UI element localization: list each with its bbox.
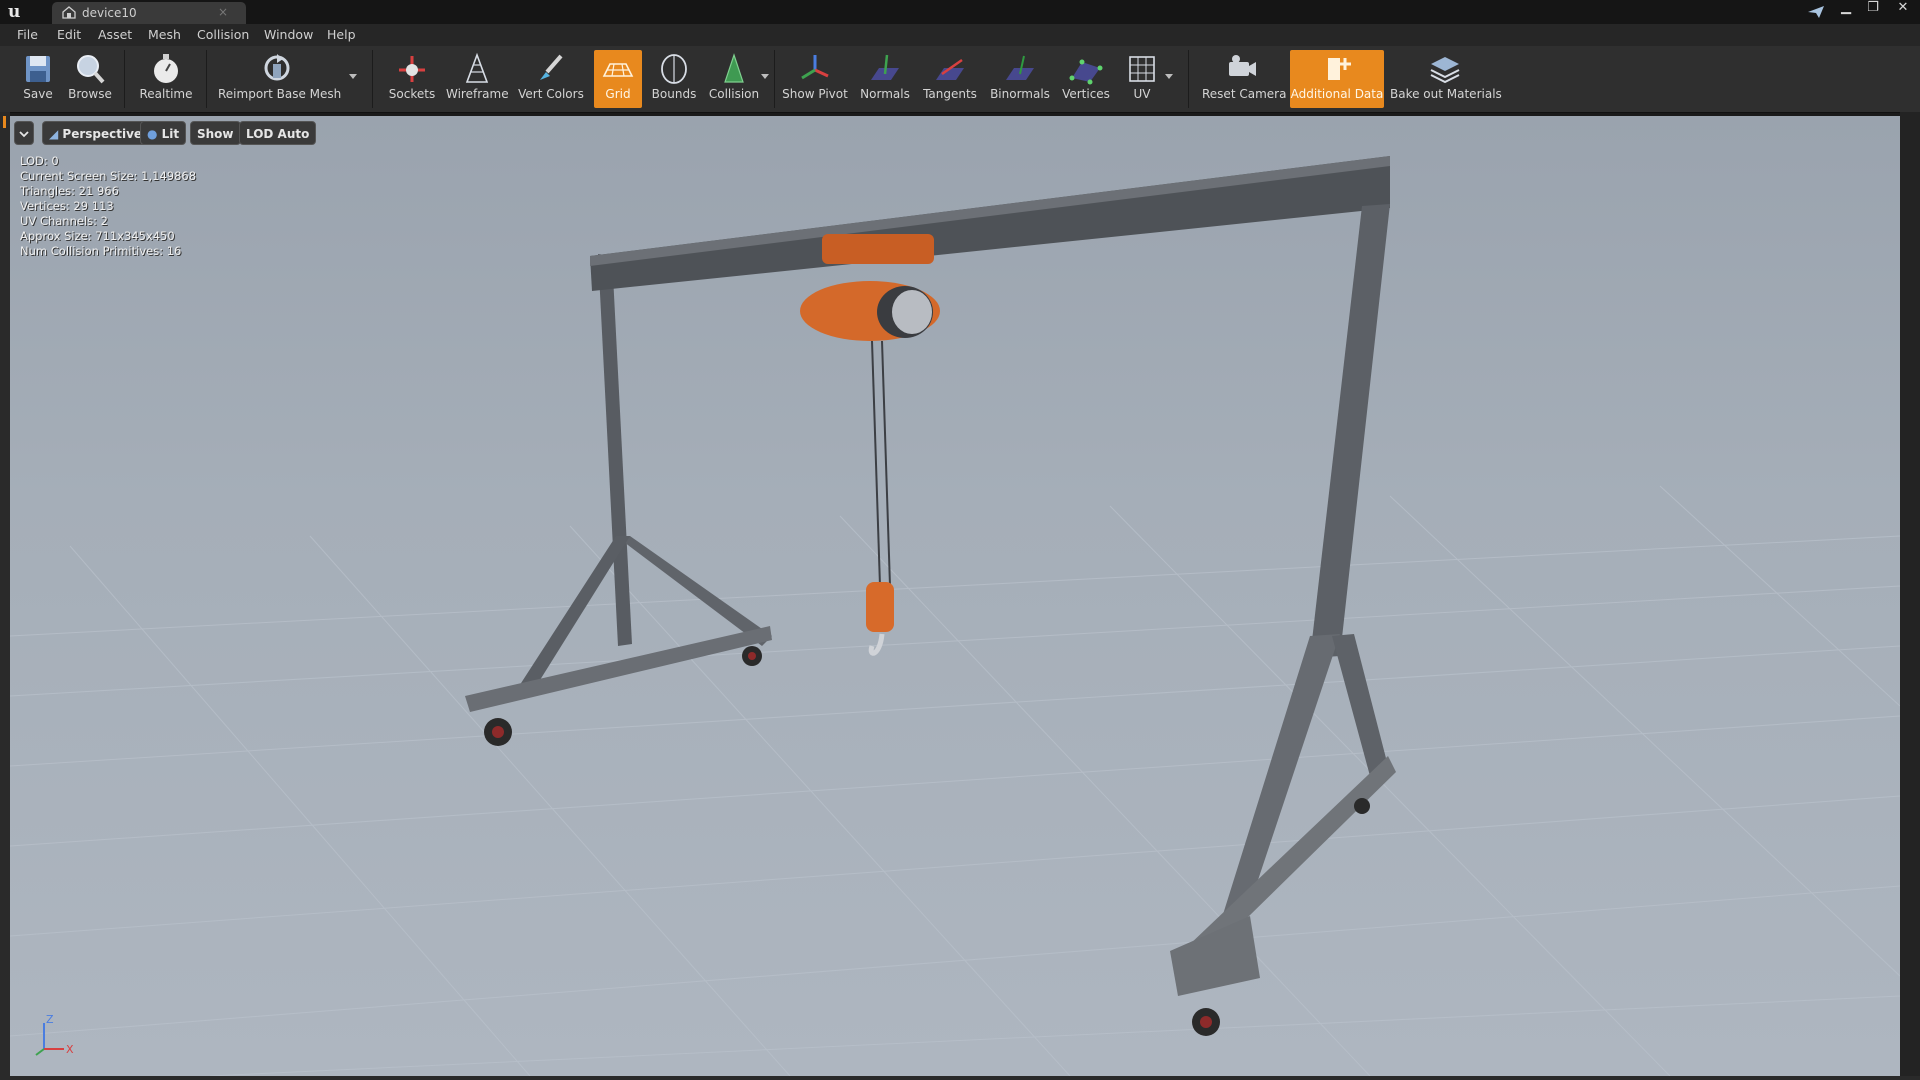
uv-dropdown-arrow[interactable] bbox=[1165, 74, 1173, 79]
mesh-viewport[interactable]: ◢ Perspective ● Lit Show LOD Auto LOD: 0… bbox=[10, 116, 1900, 1076]
toolbar-separator bbox=[774, 50, 775, 108]
toolbar-separator bbox=[372, 50, 373, 108]
camera-icon bbox=[1229, 55, 1256, 76]
vert-colors-button[interactable]: Vert Colors bbox=[514, 50, 588, 108]
save-icon bbox=[26, 56, 50, 82]
uv-button[interactable]: UV bbox=[1120, 50, 1164, 108]
menu-mesh[interactable]: Mesh bbox=[148, 27, 181, 42]
minimize-button[interactable]: ▁ bbox=[1835, 0, 1857, 20]
lod-button[interactable]: LOD Auto bbox=[239, 121, 317, 145]
perspective-button[interactable]: ◢ Perspective bbox=[42, 121, 150, 145]
sockets-icon bbox=[399, 56, 425, 82]
menu-bar: File Edit Asset Mesh Collision Window He… bbox=[0, 24, 1920, 46]
wireframe-icon bbox=[465, 52, 489, 83]
magnifier-icon bbox=[77, 55, 105, 84]
additional-data-button[interactable]: Additional Data bbox=[1290, 50, 1384, 108]
wireframe-button[interactable]: Wireframe bbox=[446, 50, 509, 108]
show-pivot-button[interactable]: Show Pivot bbox=[782, 50, 848, 108]
viewport-options-button[interactable] bbox=[14, 121, 34, 145]
menu-help[interactable]: Help bbox=[327, 27, 356, 42]
grid-button[interactable]: Grid bbox=[594, 50, 642, 108]
menu-file[interactable]: File bbox=[17, 27, 38, 42]
gantry-crane-model bbox=[465, 156, 1396, 1036]
stat-uv-channels: UV Channels: 2 bbox=[20, 214, 108, 228]
viewport-scene bbox=[10, 156, 1900, 1076]
stat-approx-size: Approx Size: 711x345x450 bbox=[20, 229, 175, 243]
vertices-icon bbox=[1069, 59, 1103, 85]
additional-data-icon bbox=[1328, 58, 1351, 80]
normals-button[interactable]: Normals bbox=[856, 50, 914, 108]
tab-title: device10 bbox=[82, 6, 137, 20]
perspective-icon: ◢ bbox=[49, 127, 63, 141]
bake-out-materials-button[interactable]: Bake out Materials bbox=[1390, 50, 1502, 108]
grid-icon bbox=[602, 63, 634, 77]
realtime-button[interactable]: Realtime bbox=[136, 50, 196, 108]
panel-accent bbox=[3, 116, 6, 128]
collision-icon bbox=[724, 53, 744, 83]
sockets-button[interactable]: Sockets bbox=[384, 50, 440, 108]
menu-edit[interactable]: Edit bbox=[57, 27, 81, 42]
toolbar-separator bbox=[1188, 50, 1189, 108]
stat-collision-primitives: Num Collision Primitives: 16 bbox=[20, 244, 182, 258]
stat-screen-size: Current Screen Size: 1,149868 bbox=[20, 169, 197, 183]
bounds-icon bbox=[661, 54, 687, 84]
bounds-button[interactable]: Bounds bbox=[648, 50, 700, 108]
lit-button[interactable]: ● Lit bbox=[140, 121, 187, 145]
stat-triangles: Triangles: 21 966 bbox=[20, 184, 119, 198]
normals-icon bbox=[871, 54, 899, 80]
chevron-down-icon bbox=[19, 131, 29, 138]
menu-asset[interactable]: Asset bbox=[98, 27, 132, 42]
toolbar-separator bbox=[206, 50, 207, 108]
vertices-button[interactable]: Vertices bbox=[1058, 50, 1114, 108]
right-panel-edge bbox=[1900, 112, 1920, 1080]
show-button[interactable]: Show bbox=[190, 121, 241, 145]
reset-camera-button[interactable]: Reset Camera bbox=[1202, 50, 1286, 108]
menu-window[interactable]: Window bbox=[264, 27, 313, 42]
binormals-button[interactable]: Binormals bbox=[988, 50, 1052, 108]
title-bar: u device10 × ▁ ❐ ✕ bbox=[0, 0, 1920, 24]
reimport-icon bbox=[264, 54, 290, 81]
axis-z-label: Z bbox=[46, 1013, 54, 1026]
layers-icon bbox=[1430, 57, 1460, 84]
bottom-edge bbox=[0, 1076, 1920, 1080]
reimport-base-mesh-button[interactable]: Reimport Base Mesh bbox=[218, 50, 341, 108]
floor-grid bbox=[10, 485, 1900, 1076]
axis-gizmo: Z X bbox=[35, 1013, 74, 1056]
mesh-stats-overlay: LOD: 0 Current Screen Size: 1,149868 Tri… bbox=[20, 154, 196, 259]
document-tab[interactable]: device10 × bbox=[52, 2, 246, 24]
toolbar-separator bbox=[124, 50, 125, 108]
tab-close-button[interactable]: × bbox=[218, 5, 228, 19]
binormals-icon bbox=[1006, 55, 1034, 80]
restore-button[interactable]: ❐ bbox=[1862, 0, 1884, 20]
close-window-button[interactable]: ✕ bbox=[1892, 0, 1914, 20]
static-mesh-icon bbox=[62, 6, 76, 19]
save-button[interactable]: Save bbox=[14, 50, 62, 108]
collision-button[interactable]: Collision bbox=[706, 50, 762, 108]
source-control-icon[interactable] bbox=[1806, 3, 1826, 21]
pivot-icon bbox=[801, 55, 829, 80]
axis-x-label: X bbox=[66, 1043, 74, 1056]
tangents-button[interactable]: Tangents bbox=[920, 50, 980, 108]
stat-vertices: Vertices: 29 113 bbox=[20, 199, 114, 213]
unreal-logo-icon: u bbox=[8, 2, 21, 22]
tangents-icon bbox=[936, 58, 964, 80]
browse-button[interactable]: Browse bbox=[64, 50, 116, 108]
toolbar: Save Browse Realtime Reimport Base Mesh … bbox=[0, 46, 1920, 113]
stopwatch-icon bbox=[154, 54, 178, 83]
stat-lod: LOD: 0 bbox=[20, 154, 59, 168]
collision-dropdown-arrow[interactable] bbox=[761, 74, 769, 79]
uv-grid-icon bbox=[1129, 56, 1155, 82]
menu-collision[interactable]: Collision bbox=[197, 27, 249, 42]
reimport-dropdown-arrow[interactable] bbox=[349, 74, 357, 79]
lit-sphere-icon: ● bbox=[147, 127, 162, 141]
left-panel-edge bbox=[0, 112, 10, 1080]
paint-brush-icon bbox=[540, 54, 563, 80]
